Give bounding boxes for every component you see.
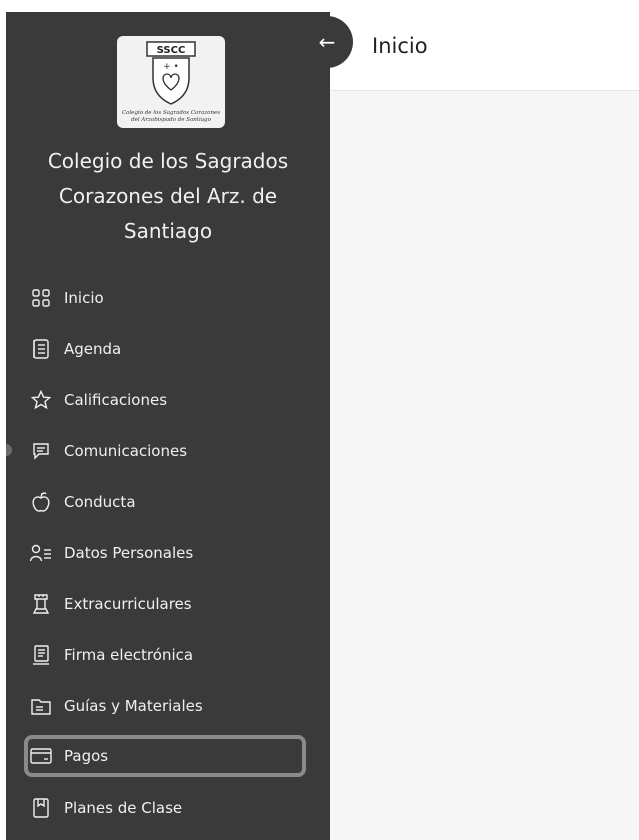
star-icon [30, 389, 52, 411]
grid-icon [30, 287, 52, 309]
sidebar-item-label: Datos Personales [64, 544, 194, 562]
arrow-left-icon: ← [318, 30, 336, 54]
collapse-sidebar-button[interactable]: ← [301, 16, 353, 68]
book-icon [30, 797, 52, 819]
school-logo: SSCC + • Colegio de los Sagrados Corazon… [117, 36, 225, 128]
svg-text:Colegio de los Sagrados Corazo: Colegio de los Sagrados Corazones [122, 110, 220, 116]
sidebar-item-label: Agenda [64, 340, 122, 358]
chess-rook-icon [30, 593, 52, 615]
sidebar-item-agenda[interactable]: Agenda [24, 329, 304, 369]
sidebar-item-label: Planes de Clase [64, 799, 183, 817]
sidebar-item-comunicaciones[interactable]: Comunicaciones [24, 431, 304, 471]
folder-icon [30, 695, 52, 717]
sidebar-item-label: Pagos [64, 747, 109, 765]
person-list-icon [30, 542, 52, 564]
agenda-icon [30, 338, 52, 360]
sidebar-item-extracurriculares[interactable]: Extracurriculares [24, 584, 304, 624]
top-strip [0, 0, 639, 12]
svg-text:+ •: + • [163, 62, 179, 72]
sidebar-item-guias-materiales[interactable]: Guías y Materiales [24, 686, 304, 726]
sidebar-item-planes-de-clase[interactable]: Planes de Clase [24, 788, 304, 828]
sidebar-item-conducta[interactable]: Conducta [24, 482, 304, 522]
scroll-indicator [6, 444, 12, 456]
school-name: Colegio de los Sagrados Corazones del Ar… [47, 149, 289, 243]
sidebar: SSCC + • Colegio de los Sagrados Corazon… [6, 12, 330, 840]
document-sign-icon [30, 644, 52, 666]
sidebar-item-firma-electronica[interactable]: Firma electrónica [24, 635, 304, 675]
sidebar-item-label: Calificaciones [64, 391, 168, 409]
sidebar-item-label: Guías y Materiales [64, 697, 203, 715]
sidebar-item-label: Firma electrónica [64, 646, 194, 664]
sidebar-item-label: Comunicaciones [64, 442, 188, 460]
credit-card-icon [30, 745, 52, 767]
page-title: Inicio [372, 34, 428, 58]
main-content [330, 91, 639, 840]
message-icon [30, 440, 52, 462]
svg-text:SSCC: SSCC [157, 45, 186, 56]
sidebar-item-label: Inicio [64, 289, 104, 307]
sidebar-item-label: Extracurriculares [64, 595, 192, 613]
main-header: Inicio [330, 12, 639, 91]
svg-text:del Arzobispado de Santiago: del Arzobispado de Santiago [131, 117, 211, 123]
sidebar-item-calificaciones[interactable]: Calificaciones [24, 380, 304, 420]
sidebar-item-label: Conducta [64, 493, 136, 511]
sidebar-item-inicio[interactable]: Inicio [24, 278, 304, 318]
sidebar-item-datos-personales[interactable]: Datos Personales [24, 533, 304, 573]
apple-icon [30, 491, 52, 513]
sidebar-item-pagos[interactable]: Pagos [24, 735, 306, 777]
